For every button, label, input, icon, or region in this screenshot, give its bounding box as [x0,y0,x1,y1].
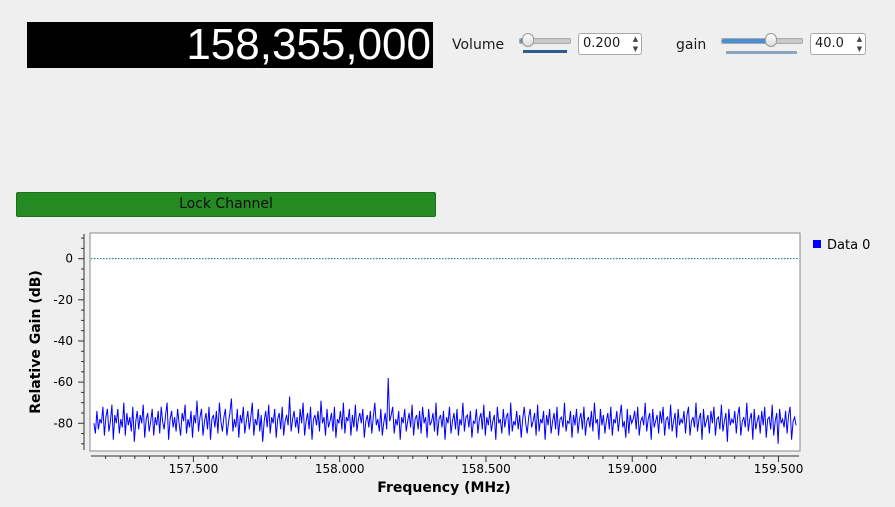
frequency-display[interactable]: 158,355,000 [27,22,433,68]
y-tick-label: -60 [53,375,73,389]
gain-spin-arrows[interactable]: ▲ ▼ [854,34,865,54]
x-axis: 157.500 158.000 158.500 159.000 159.500 [91,455,804,476]
x-tick-label: 158.000 [315,462,365,476]
volume-spin-arrows[interactable]: ▲ ▼ [630,34,641,54]
gain-slider-ticks [726,51,797,54]
volume-slider[interactable] [519,33,571,55]
y-tick-label: 0 [65,252,73,266]
spectrum-plot: 0 -20 -40 -60 -80 157.500 158.000 158.500 159.0… [28,232,870,496]
y-tick-label: -40 [53,334,73,348]
y-axis-label: Relative Gain (dB) [28,270,44,414]
spin-down-icon[interactable]: ▼ [854,44,865,54]
volume-slider-handle[interactable] [521,33,534,47]
lock-channel-button[interactable]: Lock Channel [16,192,436,217]
x-tick-label: 157.500 [169,462,219,476]
gain-slider-fill [722,39,771,43]
y-axis: 0 -20 -40 -60 -80 [53,234,85,450]
x-axis-label: Frequency (MHz) [377,480,510,496]
y-tick-label: -80 [53,416,73,430]
y-tick-label: -20 [53,293,73,307]
volume-label: Volume [452,37,505,53]
spin-up-icon[interactable]: ▲ [854,34,865,44]
gain-label: gain [676,37,707,53]
gain-slider[interactable] [721,33,803,55]
x-tick-label: 158.500 [461,462,511,476]
gain-spinbox[interactable]: 40.0 ▲ ▼ [810,33,866,55]
volume-spinbox[interactable]: 0.200 ▲ ▼ [578,33,642,55]
legend-swatch-data-0 [813,240,821,248]
x-tick-label: 159.500 [754,462,804,476]
spin-up-icon[interactable]: ▲ [630,34,641,44]
x-tick-label: 159.000 [607,462,657,476]
gain-slider-handle[interactable] [765,33,778,47]
legend-entry-data-0[interactable]: Data 0 [827,238,870,253]
spin-down-icon[interactable]: ▼ [630,44,641,54]
volume-value: 0.200 [583,36,621,51]
volume-level-bar [523,50,567,53]
gain-value: 40.0 [815,36,844,51]
